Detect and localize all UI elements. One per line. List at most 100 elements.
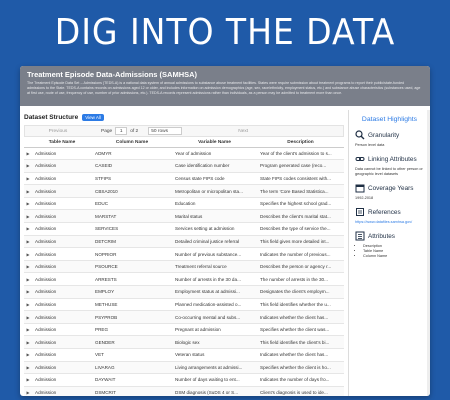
table-cell: Co-occurring mental and subs...	[172, 310, 257, 324]
table-row[interactable]: ▶ Admission GENDER Biologic sex This field i…	[24, 335, 344, 349]
table-row[interactable]: ▶ Admission NOPRIOR Number of previous subs…	[24, 247, 344, 261]
table-cell: Admission	[32, 235, 92, 249]
table-cell: Indicates the number of previous...	[257, 247, 344, 261]
table-cell: Census state FIPS code	[172, 172, 257, 186]
table-cell: Number of arrests in the 30 da...	[172, 272, 257, 287]
table-cell: Describes the type of service the...	[257, 222, 344, 236]
expand-icon[interactable]: ▶	[24, 184, 32, 198]
table-row[interactable]: ▶ Admission DAYWAIT Number of days waiting …	[24, 373, 344, 387]
table-cell: EMPLOY	[92, 285, 172, 299]
table-cell: Detailed criminal justice referral	[172, 235, 257, 249]
table-cell: Admission	[32, 361, 92, 375]
table-row[interactable]: ▶ Admission VET Veteran status Indicates whe…	[24, 348, 344, 362]
dataset-table: Table Name Column Name Variable Name Des…	[24, 138, 344, 396]
table-cell: Admission	[32, 298, 92, 312]
table-row[interactable]: ▶ Admission DETCRIM Detailed criminal justi…	[24, 235, 344, 249]
table-cell: Describes the person or agency r...	[257, 260, 344, 274]
table-row[interactable]: ▶ Admission METHUSE Planned medication-assi…	[24, 298, 344, 312]
expand-icon[interactable]: ▶	[24, 310, 32, 324]
table-row[interactable]: ▶ Admission CBSA2010 Metropolitan or microp…	[24, 184, 344, 198]
expand-icon[interactable]: ▶	[24, 235, 32, 249]
linking-value: Data cannot be linked to other person or…	[355, 167, 423, 176]
table-cell: STFIPS	[92, 172, 172, 186]
expand-icon[interactable]: ▶	[24, 247, 32, 261]
table-row[interactable]: ▶ Admission PSYPROB Co-occurring mental and…	[24, 310, 344, 324]
previous-button[interactable]: Previous	[25, 129, 91, 134]
table-cell: Admission	[32, 147, 92, 161]
table-cell: Services setting at admission	[172, 222, 257, 236]
table-cell: Indicates the number of days fro...	[257, 373, 344, 387]
page-input[interactable]: 1	[115, 127, 128, 135]
table-row[interactable]: ▶ Admission LIVARAG Living arrangements at …	[24, 361, 344, 375]
table-cell: Admission	[32, 184, 92, 198]
table-cell: Admission	[32, 159, 92, 173]
table-cell: PSYPROB	[92, 310, 172, 324]
pagination-bar: Previous Page 1 of 2 50 rows Next	[24, 125, 344, 137]
expand-icon[interactable]: ▶	[24, 373, 32, 387]
attribute-item: Column Name	[363, 254, 424, 259]
table-cell: Year of the client's admission to s...	[257, 147, 344, 161]
table-cell: Pregnant at admission	[172, 323, 257, 337]
table-cell: Admission	[32, 222, 92, 236]
table-cell: Admission	[32, 323, 92, 337]
table-row[interactable]: ▶ Admission ARRESTS Number of arrests in th…	[24, 272, 344, 287]
rows-per-page-select[interactable]: 50 rows	[148, 127, 183, 135]
expand-icon[interactable]: ▶	[24, 386, 32, 396]
table-row[interactable]: ▶ Admission STFIPS Census state FIPS code St…	[24, 172, 344, 186]
table-cell: PREG	[92, 323, 172, 337]
table-row[interactable]: ▶ Admission SERVICES Services setting at ad…	[24, 222, 344, 236]
expand-icon[interactable]: ▶	[24, 197, 32, 211]
expand-icon[interactable]: ▶	[24, 272, 32, 287]
table-cell: Education	[172, 197, 257, 211]
table-row[interactable]: ▶ Admission CASEID Case identification numb…	[24, 159, 344, 173]
table-cell: LIVARAG	[92, 361, 172, 375]
page-label: Page	[101, 128, 113, 134]
expand-icon[interactable]: ▶	[24, 209, 32, 224]
scrollbar[interactable]	[427, 110, 430, 396]
expand-icon[interactable]: ▶	[24, 147, 32, 161]
expand-icon[interactable]: ▶	[24, 159, 32, 173]
next-button[interactable]: Next	[210, 129, 276, 134]
table-cell: SERVICES	[92, 222, 172, 236]
references-link[interactable]: https://www.datafiles.samhsa.gov/	[355, 220, 424, 225]
expand-icon[interactable]: ▶	[24, 348, 32, 362]
expand-icon[interactable]: ▶	[24, 323, 32, 337]
expand-icon[interactable]: ▶	[24, 335, 32, 349]
column-header[interactable]: Table Name	[32, 138, 92, 148]
table-cell: Admission	[32, 260, 92, 274]
table-cell: DSM diagnosis (SuDS 4 or S...	[172, 386, 257, 396]
highlights-panel: Dataset Highlights Granularity Person le…	[348, 110, 430, 396]
table-cell: Indicates whether the client has...	[257, 348, 344, 362]
granularity-icon	[355, 130, 365, 140]
expand-icon[interactable]: ▶	[24, 260, 32, 274]
table-cell: METHUSE	[92, 298, 172, 312]
expand-icon[interactable]: ▶	[24, 222, 32, 236]
table-row[interactable]: ▶ Admission DSMCRIT DSM diagnosis (SuDS 4 o…	[24, 386, 344, 396]
table-cell: ADMYR	[92, 147, 172, 161]
table-row[interactable]: ▶ Admission EDUC Education Specifies the hig…	[24, 197, 344, 211]
coverage-value: 1992-2018	[355, 196, 374, 200]
table-cell: DSMCRIT	[92, 386, 172, 396]
attributes-list: Description Table Name Column Name	[355, 244, 424, 259]
expand-icon[interactable]: ▶	[24, 172, 32, 186]
table-row[interactable]: ▶ Admission MARSTAT Marital status Describes…	[24, 209, 344, 224]
expand-icon[interactable]: ▶	[24, 361, 32, 375]
expand-icon[interactable]: ▶	[24, 298, 32, 312]
column-header[interactable]: Column Name	[92, 138, 172, 148]
table-row[interactable]: ▶ Admission PREG Pregnant at admission Speci…	[24, 323, 344, 337]
table-row[interactable]: ▶ Admission EMPLOY Employment status at adm…	[24, 285, 344, 299]
view-all-button[interactable]: View All	[82, 113, 104, 121]
highlights-title: Dataset Highlights	[361, 116, 418, 123]
list-icon	[355, 231, 365, 241]
table-cell: DAYWAIT	[92, 373, 172, 387]
table-cell: ARRESTS	[92, 272, 172, 287]
column-header[interactable]: Description	[257, 138, 344, 148]
expand-icon[interactable]: ▶	[24, 285, 32, 299]
table-cell: NOPRIOR	[92, 247, 172, 261]
table-row[interactable]: ▶ Admission PSOURCE Treatment referral sour…	[24, 260, 344, 274]
table-cell: Specifies whether the client is ho...	[257, 361, 344, 375]
table-row[interactable]: ▶ Admission ADMYR Year of admission Year of …	[24, 147, 344, 161]
dataset-description: The Treatment Episode Data Set -- Admiss…	[27, 81, 421, 95]
column-header[interactable]: Variable Name	[172, 138, 257, 148]
table-cell: EDUC	[92, 197, 172, 211]
